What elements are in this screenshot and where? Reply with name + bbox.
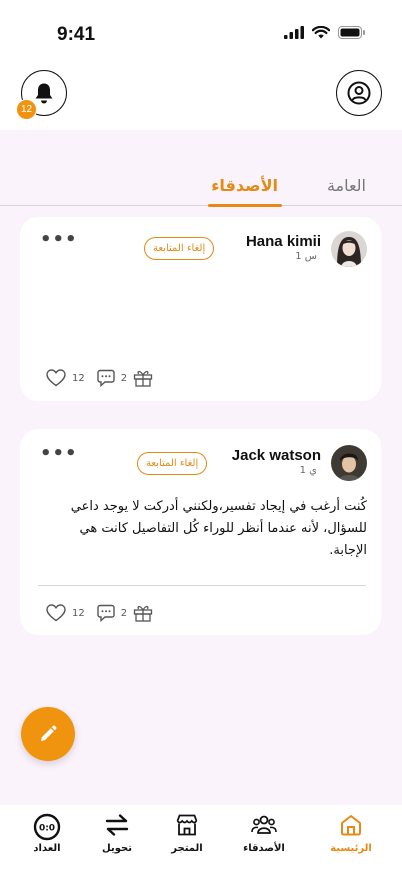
likes-count: 12 xyxy=(72,607,85,619)
post-card: Jack watson 1 ي إلغاء المتابعة ••• كُنت … xyxy=(20,429,381,635)
gift-icon[interactable] xyxy=(133,369,153,387)
avatar[interactable] xyxy=(331,445,367,481)
compose-post-button[interactable] xyxy=(21,707,75,761)
comment-icon[interactable] xyxy=(97,369,115,387)
nav-friends[interactable]: الأصدقاء xyxy=(229,813,299,854)
post-divider xyxy=(38,585,366,586)
svg-text:0:0: 0:0 xyxy=(39,824,55,834)
heart-icon[interactable] xyxy=(46,369,66,387)
user-circle-icon xyxy=(347,81,371,105)
nav-label: الرئيسية xyxy=(330,843,372,854)
comments-count: 2 xyxy=(120,372,128,384)
nav-label: الأصدقاء xyxy=(243,843,285,854)
post-time: 1 ي xyxy=(299,465,317,476)
status-time: 9:41 xyxy=(57,24,96,45)
store-icon xyxy=(176,814,198,836)
pencil-icon xyxy=(41,725,57,741)
people-icon xyxy=(251,815,277,834)
battery-icon xyxy=(338,26,365,39)
comments-count: 2 xyxy=(120,607,128,619)
gift-icon[interactable] xyxy=(133,604,153,622)
post-author-name[interactable]: Jack watson xyxy=(232,447,321,464)
tab-friends[interactable]: الأصدقاء xyxy=(211,176,278,195)
nav-counter[interactable]: 0:0 العداد xyxy=(12,813,82,854)
unfollow-button[interactable]: إلغاء المتابعة xyxy=(144,237,215,260)
timer-icon: 0:0 xyxy=(33,813,61,841)
signal-icon xyxy=(284,26,304,39)
tab-general[interactable]: العامة xyxy=(327,176,366,195)
top-bar: 9:41 12 xyxy=(0,0,402,130)
nav-transfer[interactable]: تحويل xyxy=(82,813,152,854)
profile-button[interactable] xyxy=(336,70,382,116)
likes-count: 12 xyxy=(72,372,85,384)
heart-icon[interactable] xyxy=(46,604,66,622)
nav-label: المتجر xyxy=(171,843,203,854)
post-actions: 12 2 xyxy=(46,604,153,622)
wifi-icon xyxy=(312,26,330,39)
comment-icon[interactable] xyxy=(97,604,115,622)
notification-count-badge: 12 xyxy=(16,99,37,120)
unfollow-button[interactable]: إلغاء المتابعة xyxy=(137,452,208,475)
home-icon xyxy=(341,815,361,836)
post-time: 1 س xyxy=(295,251,317,262)
post-actions: 12 2 xyxy=(46,369,153,387)
post-text: كُنت أرغب في إيجاد تفسير،ولكنني أدركت لا… xyxy=(70,499,367,558)
transfer-arrows-icon xyxy=(105,814,129,836)
nav-home[interactable]: الرئيسية xyxy=(316,813,386,854)
nav-label: تحويل xyxy=(102,843,132,854)
bottom-navigation: الرئيسية الأصدقاء المتجر تحويل 0:0 العدا… xyxy=(0,805,402,874)
more-options-button[interactable]: ••• xyxy=(40,229,78,250)
post-card: Hana kimii 1 س إلغاء المتابعة ••• 12 2 xyxy=(20,217,381,401)
post-author-name[interactable]: Hana kimii xyxy=(246,233,321,250)
nav-label: العداد xyxy=(33,843,61,854)
nav-store[interactable]: المتجر xyxy=(152,813,222,854)
more-options-button[interactable]: ••• xyxy=(40,443,78,464)
status-icons xyxy=(284,26,366,39)
bell-icon xyxy=(35,83,53,104)
feed-tabs: الأصدقاء العامة xyxy=(0,170,402,207)
avatar[interactable] xyxy=(331,231,367,267)
active-tab-indicator xyxy=(208,204,282,207)
